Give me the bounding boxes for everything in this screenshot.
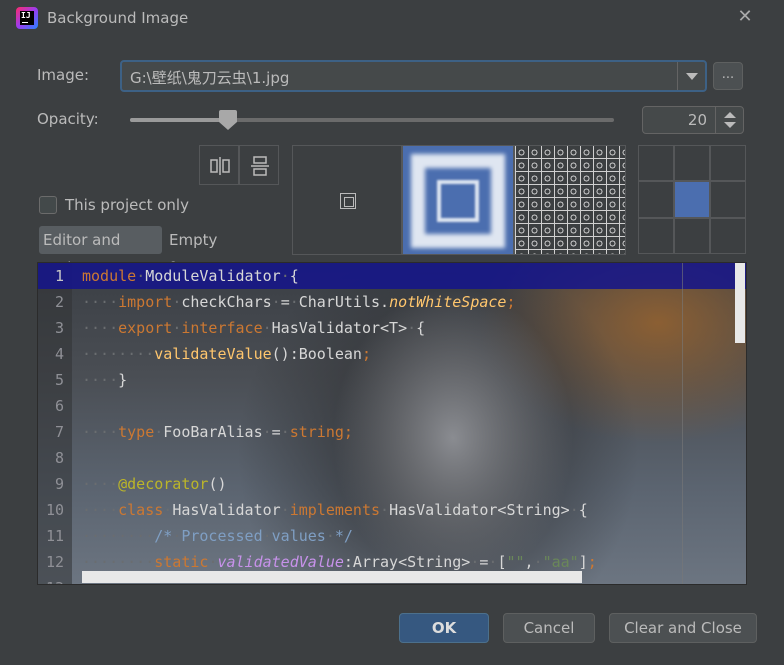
code-text: ········/*·Processed·values·*/	[82, 527, 353, 545]
project-only-label[interactable]: This project only	[65, 196, 189, 214]
code-text: module·ModuleValidator·{	[82, 267, 299, 285]
image-path-value: G:\壁纸\鬼刀云虫\1.jpg	[130, 69, 290, 87]
ok-button[interactable]: OK	[399, 613, 489, 643]
line-number: 9	[54, 475, 64, 493]
code-line: 4 ········validateValue():Boolean;	[38, 341, 738, 367]
project-only-checkbox[interactable]	[39, 196, 57, 214]
line-number: 7	[54, 423, 64, 441]
background-image-dialog: IJ Background Image ✕ Image: G:\壁纸\鬼刀云虫\…	[0, 0, 784, 665]
code-text: ····@decorator()	[82, 475, 227, 493]
code-text: ····export·interface·HasValidator<T>·{	[82, 319, 426, 337]
intellij-idea-icon: IJ	[16, 7, 38, 29]
line-number: 2	[54, 293, 64, 311]
flip-horizontal-button[interactable]	[199, 145, 239, 185]
line-number: 3	[54, 319, 64, 337]
code-line: 7 ····type·FooBarAlias·=·string;	[38, 419, 738, 445]
opacity-value: 20	[687, 111, 707, 129]
tab-empty-frame[interactable]: Empty frame	[165, 226, 265, 277]
code-line: 6	[38, 393, 738, 419]
code-line: 10 ····class·HasValidator·implements·HasV…	[38, 497, 738, 523]
anchor-bottom-left[interactable]	[638, 217, 674, 254]
editor-preview[interactable]: 1 module·ModuleValidator·{ 2 ····import·che…	[37, 262, 747, 585]
line-number: 8	[54, 449, 64, 467]
anchor-middle-left[interactable]	[638, 181, 674, 218]
anchor-bottom-right[interactable]	[710, 217, 746, 254]
code-text: ····}	[82, 371, 128, 389]
anchor-grid	[638, 145, 746, 254]
opacity-slider-fill	[130, 118, 227, 122]
fill-center-option[interactable]	[292, 145, 402, 255]
spinner-buttons[interactable]	[715, 107, 743, 133]
code-line: 11 ········/*·Processed·values·*/	[38, 523, 738, 549]
anchor-top-right[interactable]	[710, 145, 746, 182]
code-text: ····class·HasValidator·implements·HasVal…	[82, 501, 588, 519]
anchor-center[interactable]	[674, 181, 710, 218]
chevron-down-icon[interactable]	[677, 62, 705, 90]
flip-vertical-icon	[251, 156, 269, 176]
spinner-down-icon[interactable]	[724, 122, 736, 128]
vertical-scrollbar[interactable]	[735, 263, 745, 343]
code-text: ····type·FooBarAlias·=·string;	[82, 423, 353, 441]
flip-horizontal-icon	[210, 157, 230, 175]
scale-inner-square	[437, 180, 479, 222]
spinner-up-icon[interactable]	[724, 112, 736, 118]
opacity-label: Opacity:	[37, 110, 99, 128]
horizontal-scrollbar[interactable]	[82, 571, 582, 583]
tile-icon	[515, 146, 625, 254]
clear-and-close-button[interactable]: Clear and Close	[609, 613, 757, 643]
line-number: 4	[54, 345, 64, 363]
image-path-combobox[interactable]: G:\壁纸\鬼刀云虫\1.jpg	[120, 60, 707, 92]
anchor-middle-right[interactable]	[710, 181, 746, 218]
anchor-bottom-center[interactable]	[674, 217, 710, 254]
line-number: 13	[38, 575, 64, 584]
line-number: 10	[45, 501, 64, 519]
flip-vertical-button[interactable]	[239, 145, 279, 185]
dialog-title: Background Image	[47, 9, 189, 27]
code-line: 3 ····export·interface·HasValidator<T>·{	[38, 315, 738, 341]
code-line: 8	[38, 445, 738, 471]
code-line: 1 module·ModuleValidator·{	[38, 263, 738, 289]
title-bar: IJ Background Image ✕	[0, 0, 784, 38]
line-number: 6	[54, 397, 64, 415]
fill-tile-option[interactable]	[514, 145, 626, 255]
code-text: ········validateValue():Boolean;	[82, 345, 371, 363]
code-line: 9 ····@decorator()	[38, 471, 738, 497]
cancel-button[interactable]: Cancel	[503, 613, 595, 643]
code-text: ····import·checkChars·=·CharUtils.notWhi…	[82, 293, 516, 311]
opacity-spinner[interactable]: 20	[642, 106, 744, 134]
line-number: 1	[54, 267, 64, 285]
opacity-slider-thumb[interactable]	[219, 110, 237, 130]
tab-editor-and-tools[interactable]: Editor and tools	[39, 226, 162, 277]
code-line: 5 ····}	[38, 367, 738, 393]
anchor-top-left[interactable]	[638, 145, 674, 182]
line-number: 5	[54, 371, 64, 389]
close-icon[interactable]: ✕	[734, 6, 756, 28]
center-icon	[340, 193, 356, 209]
code-line: 2 ····import·checkChars·=·CharUtils.notWh…	[38, 289, 738, 315]
opacity-slider-track[interactable]	[130, 118, 614, 122]
anchor-top-center[interactable]	[674, 145, 710, 182]
image-label: Image:	[37, 66, 90, 84]
line-number: 12	[45, 553, 64, 571]
browse-button[interactable]: ...	[713, 62, 743, 90]
line-number: 11	[45, 527, 64, 545]
fill-scale-option[interactable]	[402, 145, 514, 255]
